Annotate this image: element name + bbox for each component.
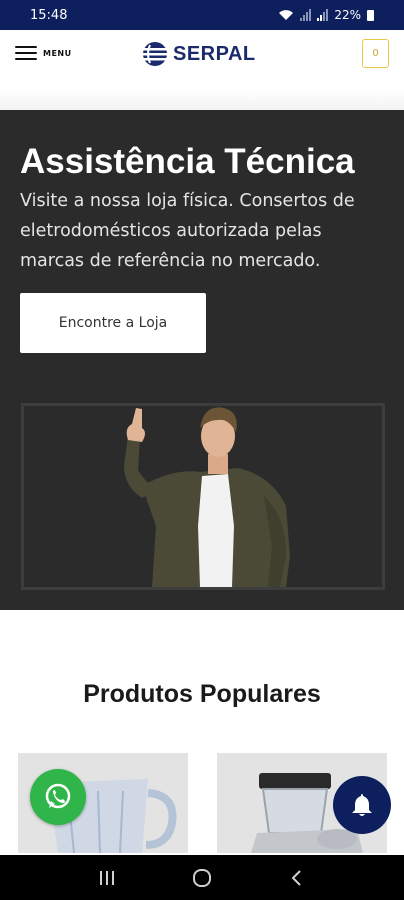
hero-section: Assistência Técnica Visite a nossa loja … bbox=[0, 110, 404, 610]
hero-description: Visite a nossa loja física. Consertos de… bbox=[20, 191, 355, 271]
hero-image bbox=[21, 403, 385, 590]
menu-button[interactable]: MENU bbox=[15, 46, 72, 60]
back-button[interactable] bbox=[277, 858, 317, 898]
hamburger-icon bbox=[15, 46, 37, 60]
header-divider bbox=[0, 90, 404, 110]
home-icon bbox=[192, 868, 211, 887]
status-bar: 15:48 22% bbox=[0, 0, 404, 30]
signal-icon-2 bbox=[317, 9, 329, 21]
find-store-button[interactable]: Encontre a Loja bbox=[20, 293, 206, 353]
logo-text: SERPAL bbox=[173, 42, 256, 65]
signal-icon bbox=[300, 9, 312, 21]
battery-level: 22% bbox=[334, 8, 361, 22]
system-nav-bar bbox=[0, 855, 404, 900]
bell-icon bbox=[352, 794, 372, 816]
battery-icon bbox=[367, 9, 374, 21]
notification-button[interactable] bbox=[333, 776, 391, 834]
back-icon bbox=[291, 869, 301, 886]
menu-label: MENU bbox=[43, 48, 72, 58]
cart-button[interactable]: 0 bbox=[362, 39, 389, 68]
home-button[interactable] bbox=[182, 858, 222, 898]
site-logo[interactable]: SERPAL bbox=[142, 41, 256, 67]
status-icons: 22% bbox=[278, 8, 374, 22]
site-header: MENU SERPAL 0 bbox=[0, 30, 404, 90]
whatsapp-icon bbox=[45, 783, 71, 809]
recent-apps-button[interactable] bbox=[87, 858, 127, 898]
cart-count: 0 bbox=[372, 48, 379, 59]
serpal-logo-icon bbox=[143, 42, 167, 66]
wifi-icon bbox=[279, 10, 294, 20]
hero-title: Assistência Técnica bbox=[20, 142, 355, 181]
man-pointing-up-photo bbox=[124, 407, 290, 587]
popular-products-title: Produtos Populares bbox=[83, 680, 321, 708]
whatsapp-button[interactable] bbox=[30, 769, 86, 825]
recent-apps-icon bbox=[100, 870, 115, 885]
status-time: 15:48 bbox=[30, 7, 68, 23]
